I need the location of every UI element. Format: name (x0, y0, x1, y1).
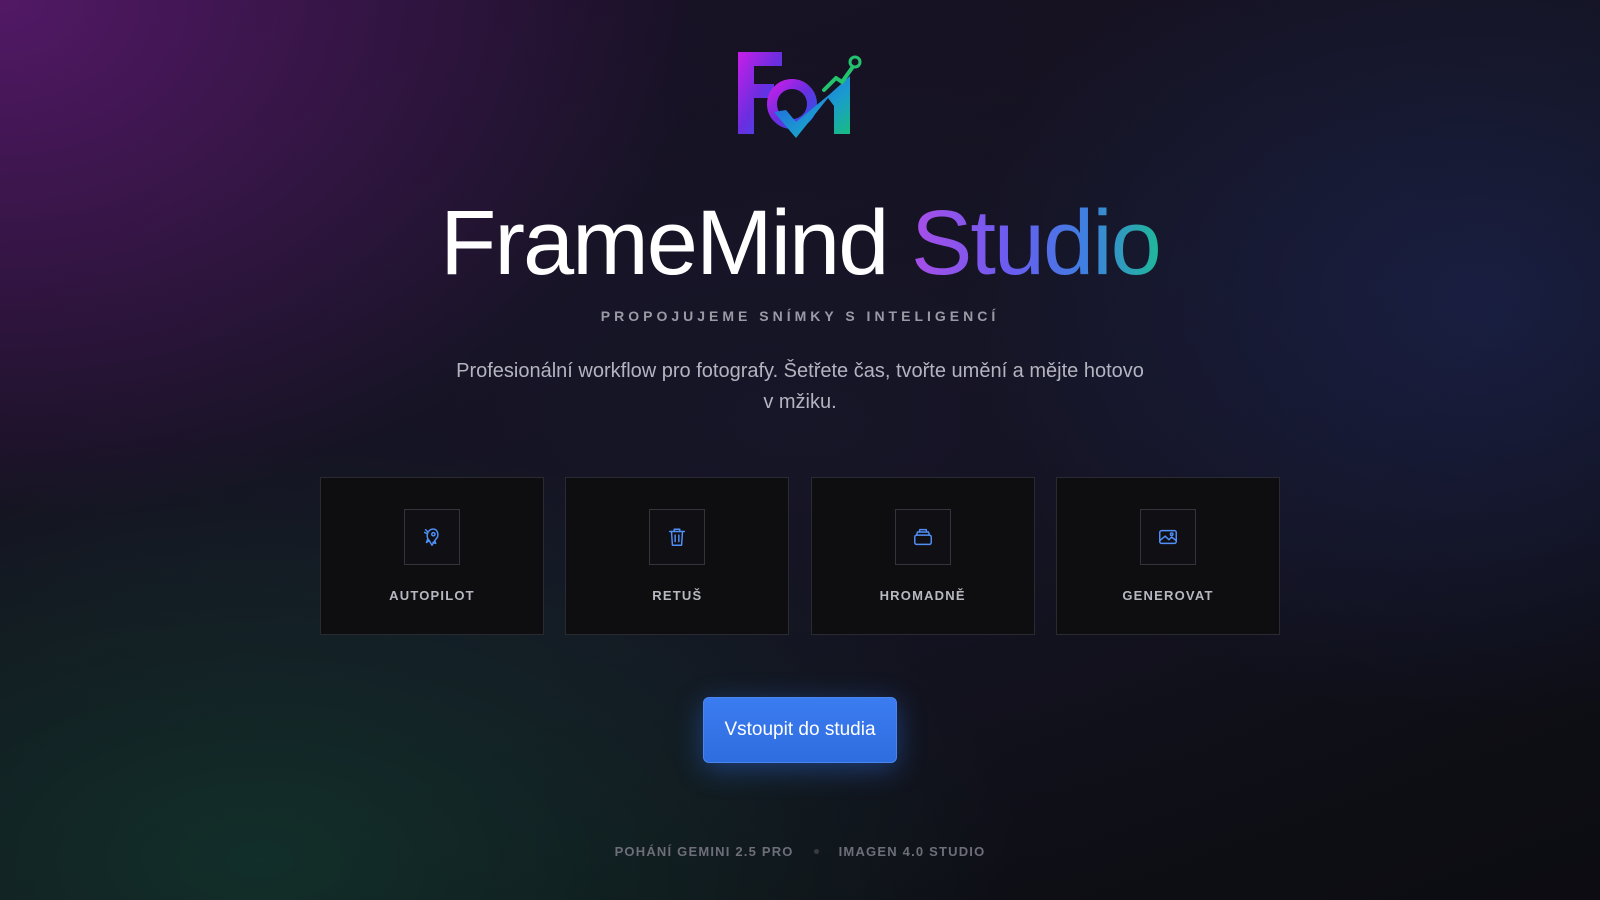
description: Profesionální workflow pro fotografy. Še… (456, 360, 1144, 413)
enter-studio-button[interactable]: Vstoupit do studia (703, 697, 897, 763)
app-title-accent: Studio (910, 192, 1162, 294)
landing-page: FrameMind Studio PROPOJUJEME SNÍMKY S IN… (0, 0, 1600, 900)
feature-icon-box (894, 509, 951, 565)
stack-icon (913, 528, 932, 546)
footer-imagen: IMAGEN 4.0 STUDIO (838, 844, 986, 859)
feature-card-retus[interactable]: RETUŠ (565, 477, 790, 635)
feature-label: HROMADNĚ (879, 588, 966, 603)
footer-separator-dot (813, 849, 819, 854)
feature-cards: AUTOPILOT RETUŠ HROMADNĚ GENEROVAT (320, 477, 1280, 635)
feature-icon-box (404, 509, 460, 565)
feature-icon-box (1139, 509, 1196, 565)
footer-powered-by: POHÁNÍ GEMINI 2.5 PRO (614, 844, 794, 859)
trash-icon (669, 528, 686, 546)
feature-label: RETUŠ (652, 588, 703, 603)
rocket-icon (423, 528, 439, 546)
app-title: FrameMind Studio (0, 188, 1600, 298)
feature-label: AUTOPILOT (389, 588, 475, 603)
feature-icon-box (649, 509, 706, 565)
feature-label: GENEROVAT (1122, 588, 1214, 603)
image-icon (1159, 529, 1177, 545)
feature-card-autopilot[interactable]: AUTOPILOT (320, 477, 544, 635)
feature-card-hromadne[interactable]: HROMADNĚ (810, 477, 1035, 635)
footer: POHÁNÍ GEMINI 2.5 PRO IMAGEN 4.0 STUDIO (0, 844, 1600, 859)
framemind-logo-icon (738, 52, 862, 138)
tagline: PROPOJUJEME SNÍMKY S INTELIGENCÍ (600, 308, 1000, 324)
app-title-main: FrameMind (440, 192, 889, 294)
feature-card-generovat[interactable]: GENEROVAT (1055, 477, 1280, 635)
